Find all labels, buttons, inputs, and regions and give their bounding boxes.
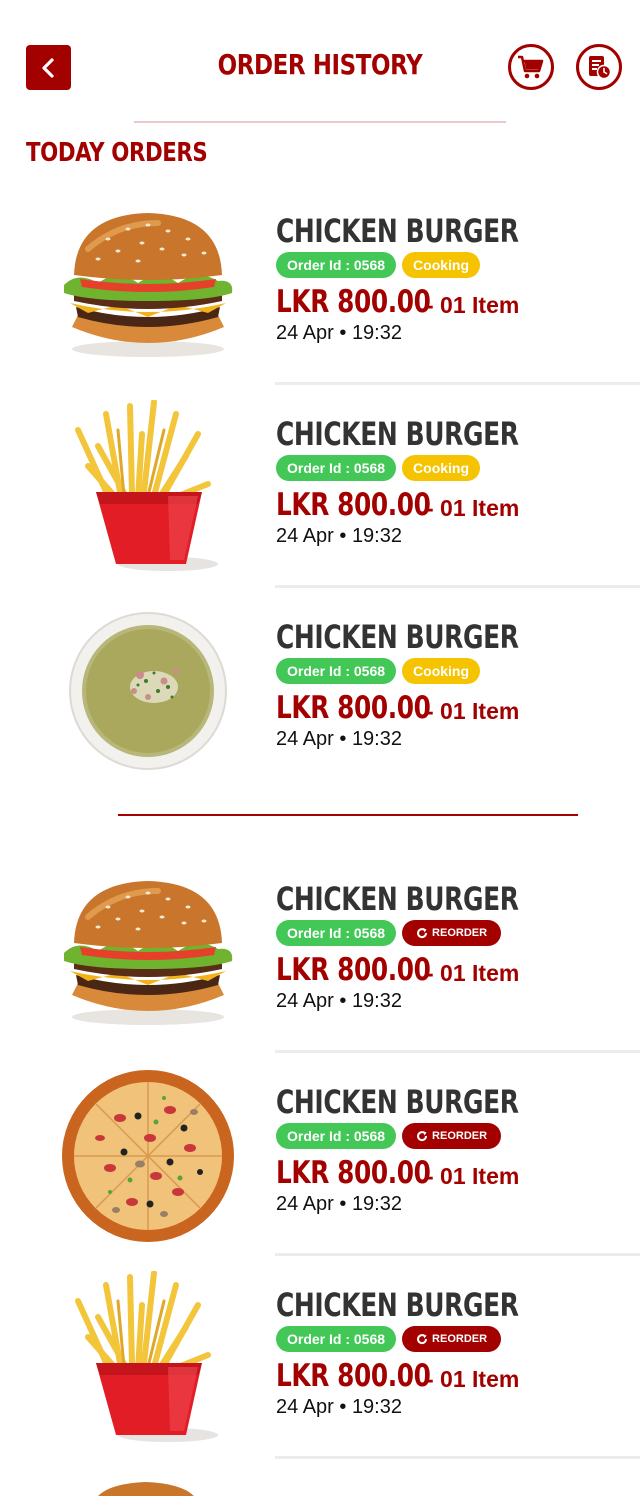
order-price: LKR 800.00	[276, 284, 431, 320]
order-time: 24 Apr • 19:32	[276, 322, 402, 344]
header-divider	[134, 121, 506, 123]
order-badges: Order Id : 0568 Cooking	[276, 252, 481, 278]
order-item[interactable]: CHICKEN BURGER Order Id : 0568 Cooking L…	[0, 400, 640, 603]
reorder-label: REORDER	[432, 1333, 488, 1345]
row-divider	[275, 1456, 640, 1459]
food-image-burger	[56, 200, 240, 370]
order-badges: Order Id : 0568 REORDER	[276, 1326, 502, 1352]
page-title: ORDER HISTORY	[217, 48, 423, 81]
reorder-label: REORDER	[432, 927, 488, 939]
row-divider	[275, 585, 640, 588]
order-badges: Order Id : 0568 REORDER	[276, 920, 502, 946]
app-header: ORDER HISTORY	[0, 0, 640, 130]
section-title-today: TODAY ORDERS	[26, 138, 208, 168]
status-badge: Cooking	[402, 455, 481, 481]
order-id-badge: Order Id : 0568	[276, 920, 397, 946]
order-name: CHICKEN BURGER	[276, 415, 519, 453]
order-name: CHICKEN BURGER	[276, 1083, 519, 1121]
food-image-burger	[56, 868, 240, 1038]
order-time: 24 Apr • 19:32	[276, 525, 402, 547]
order-badges: Order Id : 0568 REORDER	[276, 1123, 502, 1149]
reorder-button[interactable]: REORDER	[402, 920, 502, 946]
price-row: LKR 800.00 - 01 Item	[276, 1358, 519, 1394]
price-row: LKR 800.00 - 01 Item	[276, 284, 519, 320]
order-id-badge: Order Id : 0568	[276, 1326, 397, 1352]
refresh-icon	[417, 1131, 428, 1142]
order-id-badge: Order Id : 0568	[276, 455, 397, 481]
reorder-button[interactable]: REORDER	[402, 1123, 502, 1149]
reorder-label: REORDER	[432, 1130, 488, 1142]
order-item-count: - 01 Item	[426, 1366, 520, 1392]
price-row: LKR 800.00 - 01 Item	[276, 690, 519, 726]
row-divider	[275, 1050, 640, 1053]
row-divider	[275, 382, 640, 385]
status-badge: Cooking	[402, 658, 481, 684]
refresh-icon	[417, 928, 428, 939]
price-row: LKR 800.00 - 01 Item	[276, 1155, 519, 1191]
order-item[interactable]: CHICKEN BURGER Order Id : 0568 REORDER L…	[0, 1070, 640, 1271]
order-item-count: - 01 Item	[426, 495, 520, 521]
order-item-count: - 01 Item	[426, 292, 520, 318]
history-button[interactable]	[576, 44, 622, 90]
order-id-badge: Order Id : 0568	[276, 658, 397, 684]
food-image-pizza	[56, 1070, 240, 1242]
cart-icon	[518, 55, 544, 79]
order-price: LKR 800.00	[276, 1358, 431, 1394]
order-badges: Order Id : 0568 Cooking	[276, 455, 481, 481]
order-item-count: - 01 Item	[426, 1163, 520, 1189]
order-item-count: - 01 Item	[426, 698, 520, 724]
order-price: LKR 800.00	[276, 690, 431, 726]
price-row: LKR 800.00 - 01 Item	[276, 952, 519, 988]
order-price: LKR 800.00	[276, 952, 431, 988]
food-image-fries	[56, 400, 240, 573]
order-price: LKR 800.00	[276, 487, 431, 523]
cart-button[interactable]	[508, 44, 554, 90]
order-time: 24 Apr • 19:32	[276, 1396, 402, 1418]
order-id-badge: Order Id : 0568	[276, 252, 397, 278]
chevron-left-icon	[41, 57, 54, 78]
price-row: LKR 800.00 - 01 Item	[276, 487, 519, 523]
order-item[interactable]: CHICKEN BURGER Order Id : 0568 Cooking L…	[0, 606, 640, 806]
status-badge: Cooking	[402, 252, 481, 278]
next-order-peek	[86, 1478, 206, 1496]
order-item[interactable]: CHICKEN BURGER Order Id : 0568 REORDER L…	[0, 868, 640, 1068]
row-divider	[275, 1253, 640, 1256]
order-item-count: - 01 Item	[426, 960, 520, 986]
food-image-fries	[56, 1271, 240, 1444]
order-time: 24 Apr • 19:32	[276, 728, 402, 750]
order-name: CHICKEN BURGER	[276, 880, 519, 918]
order-badges: Order Id : 0568 Cooking	[276, 658, 481, 684]
order-time: 24 Apr • 19:32	[276, 1193, 402, 1215]
order-price: LKR 800.00	[276, 1155, 431, 1191]
order-name: CHICKEN BURGER	[276, 212, 519, 250]
order-item[interactable]: CHICKEN BURGER Order Id : 0568 Cooking L…	[0, 200, 640, 400]
order-time: 24 Apr • 19:32	[276, 990, 402, 1012]
food-image-soup	[56, 606, 240, 776]
order-id-badge: Order Id : 0568	[276, 1123, 397, 1149]
refresh-icon	[417, 1334, 428, 1345]
reorder-button[interactable]: REORDER	[402, 1326, 502, 1352]
order-name: CHICKEN BURGER	[276, 618, 519, 656]
receipt-clock-icon	[589, 56, 612, 80]
order-item[interactable]: CHICKEN BURGER Order Id : 0568 REORDER L…	[0, 1271, 640, 1474]
section-divider	[118, 814, 578, 816]
order-name: CHICKEN BURGER	[276, 1286, 519, 1324]
